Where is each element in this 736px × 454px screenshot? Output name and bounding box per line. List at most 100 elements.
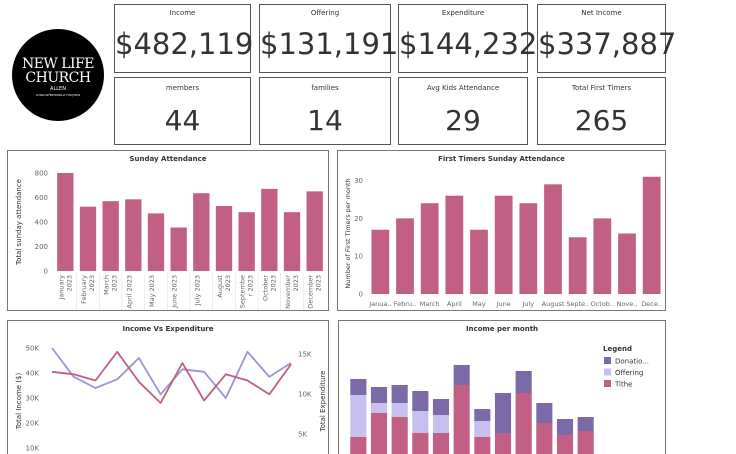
stack-segment — [350, 437, 367, 454]
sunday-attendance-chart: 0 200 400 600 800 Total sunday attendance Janu… — [15, 170, 323, 310]
bar — [445, 195, 464, 294]
y2-axis-label: Total Expenditure — [319, 371, 327, 433]
stack-segment — [494, 393, 512, 433]
bar — [238, 212, 255, 271]
stack-segment — [370, 387, 388, 403]
bar — [396, 218, 414, 294]
stack-segment — [370, 403, 388, 413]
income-per-month-chart: Legend Donatio... Offering Tithe — [350, 345, 649, 454]
x-tick-label: Febru.. — [394, 300, 416, 308]
x-tick-label: June 2023 — [171, 275, 179, 309]
y-tick-label: 600 — [35, 194, 48, 202]
stack-segment — [432, 415, 450, 433]
x-tick-label: May — [472, 300, 486, 308]
kpi-net-income-value: $337,887 — [538, 27, 677, 61]
first-timers-panel[interactable]: First Timers Sunday Attendance 0 10 20 30 Nu… — [337, 150, 666, 311]
x-tick-label: 2023 — [111, 275, 119, 292]
bar — [593, 218, 612, 294]
stack-segment — [432, 433, 450, 454]
x-tick-label: March — [420, 300, 440, 308]
sunday-attendance-panel[interactable]: Sunday Attendance 0 200 400 600 800 Total sun… — [7, 150, 329, 311]
kpi-avg-kids-card[interactable]: Avg Kids Attendance 29 — [398, 77, 528, 145]
stack-segment — [474, 421, 491, 437]
bar — [261, 188, 278, 271]
stack-segment — [536, 423, 553, 454]
kpi-members-label: members — [165, 84, 200, 92]
y2-tick-label: 15K — [298, 351, 312, 359]
kpi-offering-card[interactable]: Offering $131,191 — [259, 4, 398, 73]
x-tick-label: November — [284, 275, 292, 309]
stack-segment — [412, 433, 429, 454]
x-tick-label: 2023 — [292, 275, 300, 292]
stack-segment — [556, 435, 574, 454]
kpi-expenditure-card[interactable]: Expenditure $144,232 — [398, 4, 538, 73]
x-tick-label: Octob.. — [591, 300, 614, 308]
stack-segment — [391, 385, 408, 403]
bar — [57, 173, 74, 271]
kpi-avg-kids-label: Avg Kids Attendance — [426, 84, 500, 92]
y2-tick-label: 10K — [298, 391, 312, 399]
legend-title: Legend — [603, 345, 632, 353]
kpi-avg-kids-value: 29 — [445, 104, 481, 137]
kpi-expenditure-label: Expenditure — [441, 9, 485, 17]
kpi-families-card[interactable]: families 14 — [259, 77, 391, 145]
kpi-net-income-label: Net Income — [581, 9, 622, 17]
stack-segment — [474, 437, 491, 454]
kpi-first-timers-value: 265 — [574, 104, 629, 137]
bar — [618, 233, 636, 294]
stack-segment — [391, 417, 408, 454]
stack-segment — [453, 365, 470, 385]
x-tick-label: May 2023 — [148, 275, 156, 307]
y-tick-label: 0 — [44, 268, 48, 276]
stack-segment — [412, 411, 429, 433]
kpi-expenditure-value: $144,232 — [399, 27, 538, 61]
bar — [79, 206, 97, 271]
stack-segment — [453, 385, 470, 454]
legend-label: Donatio... — [615, 358, 649, 366]
legend-swatch — [604, 368, 611, 376]
stack-segment — [350, 395, 367, 437]
x-tick-label: June — [496, 300, 511, 308]
x-tick-label: r 2023 — [247, 275, 255, 296]
logo-line2: CHURCH — [25, 70, 91, 86]
logo-line1: NEW LIFE — [21, 56, 95, 72]
x-tick-label: Nove.. — [617, 300, 638, 308]
kpi-first-timers-card[interactable]: Total First Timers 265 — [537, 77, 666, 145]
stack-segment — [577, 417, 594, 431]
y-tick-label: 40K — [26, 370, 40, 378]
x-tick-label: 2023 — [315, 275, 323, 292]
y-tick-label: 20K — [26, 420, 40, 428]
x-tick-label: August — [542, 300, 565, 308]
kpi-offering-label: Offering — [310, 9, 340, 17]
kpi-net-income-card[interactable]: Net Income $337,887 — [537, 4, 677, 73]
x-tick-label: 2023 — [269, 275, 277, 292]
y-tick-label: 20 — [354, 215, 363, 223]
first-timers-chart: 0 10 20 30Number of First Timers per month J… — [344, 176, 662, 308]
kpi-income-label: Income — [169, 9, 196, 17]
logo-line3: ALLEN — [50, 86, 66, 92]
kpi-income-card[interactable]: Income $482,119 — [114, 4, 254, 73]
x-tick-label: 2023 — [65, 275, 73, 292]
x-tick-label: January — [57, 275, 65, 301]
stack-segment — [536, 403, 553, 423]
bar — [371, 229, 390, 294]
church-logo: NEW LIFE CHURCH ALLEN LIVING INTENTIONAL… — [12, 29, 104, 121]
x-tick-label: Dece.. — [641, 300, 662, 308]
stack-segment — [474, 409, 491, 421]
bar — [420, 203, 439, 294]
x-tick-label: December — [307, 275, 315, 309]
x-tick-label: Janua.. — [368, 300, 391, 308]
x-tick-label: October — [261, 275, 269, 301]
y-axis-label: Total Income ($) — [15, 373, 23, 431]
kpi-families-label: families — [311, 84, 339, 92]
x-tick-label: April 2023 — [125, 275, 133, 308]
stack-segment — [432, 399, 450, 415]
kpi-income-value: $482,119 — [115, 27, 254, 61]
income-vs-expenditure-panel[interactable]: Income Vs Expenditure 50K 40K 30K 20K 10K 15K… — [7, 320, 329, 454]
logo-tagline: LIVING INTENTIONALLY FOR JESUS — [35, 94, 81, 97]
income-per-month-panel[interactable]: Income per month Legend Donatio... Offerin… — [338, 320, 666, 454]
bar — [147, 213, 165, 271]
legend-label: Tithe — [614, 381, 633, 389]
kpi-members-card[interactable]: members 44 — [114, 77, 251, 145]
kpi-first-timers-label: Total First Timers — [571, 84, 632, 92]
